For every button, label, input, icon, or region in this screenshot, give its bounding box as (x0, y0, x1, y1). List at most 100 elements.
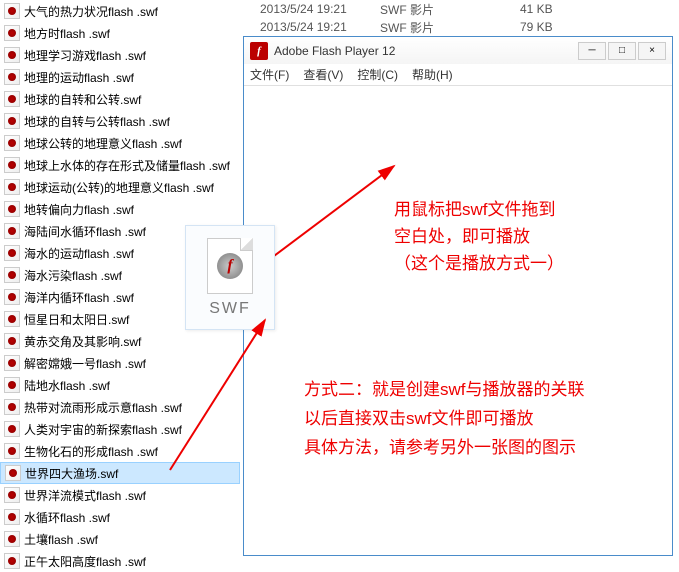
file-item[interactable]: 水循环flash .swf (0, 506, 240, 528)
file-name-label: 海洋内循环flash .swf (24, 289, 134, 306)
file-name-label: 海水的运动flash .swf (24, 245, 134, 262)
swf-file-icon (4, 245, 20, 261)
file-item[interactable]: 人类对宇宙的新探索flash .swf (0, 418, 240, 440)
window-controls: ─ □ × (578, 42, 666, 60)
file-name-label: 生物化石的形成flash .swf (24, 443, 158, 460)
file-item[interactable]: 地方时flash .swf (0, 22, 240, 44)
file-name-label: 地球的自转和公转.swf (24, 91, 141, 108)
file-item[interactable]: 解密嫦娥一号flash .swf (0, 352, 240, 374)
file-item[interactable]: 热带对流雨形成示意flash .swf (0, 396, 240, 418)
swf-file-icon (4, 157, 20, 173)
file-item[interactable]: 正午太阳高度flash .swf (0, 550, 240, 572)
swf-file-icon (4, 377, 20, 393)
file-name-label: 世界四大渔场.swf (25, 465, 118, 482)
file-name-label: 地理的运动flash .swf (24, 69, 134, 86)
file-details-panel: 2013/5/24 19:21 SWF 影片 41 KB 2013/5/24 1… (240, 0, 679, 36)
window-title: Adobe Flash Player 12 (274, 44, 395, 58)
file-name-label: 海陆间水循环flash .swf (24, 223, 146, 240)
swf-file-icon (4, 47, 20, 63)
annotation-line: 方式二：就是创建swf与播放器的关联 (304, 376, 585, 405)
file-name-label: 人类对宇宙的新探索flash .swf (24, 421, 182, 438)
file-type: SWF 影片 (380, 19, 520, 36)
swf-file-icon (4, 69, 20, 85)
menubar: 文件(F) 查看(V) 控制(C) 帮助(H) (244, 64, 672, 86)
file-name-label: 黄赤交角及其影响.swf (24, 333, 141, 350)
maximize-button[interactable]: □ (608, 42, 636, 60)
file-name-label: 陆地水flash .swf (24, 377, 110, 394)
minimize-button[interactable]: ─ (578, 42, 606, 60)
swf-file-icon (4, 25, 20, 41)
menu-file[interactable]: 文件(F) (250, 66, 289, 83)
swf-file-icon (4, 179, 20, 195)
annotation-line: 以后直接双击swf文件即可播放 (304, 405, 585, 434)
file-name-label: 地方时flash .swf (24, 25, 110, 42)
annotation-method2: 方式二：就是创建swf与播放器的关联 以后直接双击swf文件即可播放 具体方法，… (304, 376, 585, 463)
annotation-method1: 用鼠标把swf文件拖到 空白处，即可播放 （这个是播放方式一） (394, 196, 564, 278)
file-item[interactable]: 土壤flash .swf (0, 528, 240, 550)
swf-file-icon (4, 421, 20, 437)
flash-logo-icon: f (250, 42, 268, 60)
annotation-line: 具体方法，请参考另外一张图的图示 (304, 434, 585, 463)
file-item[interactable]: 地球上水体的存在形式及储量flash .swf (0, 154, 240, 176)
flash-logo-icon: f (217, 253, 243, 279)
swf-file-icon (4, 311, 20, 327)
swf-file-icon (4, 289, 20, 305)
menu-view[interactable]: 查看(V) (303, 66, 343, 83)
swf-file-shape-icon: f (207, 238, 253, 294)
swf-file-icon (4, 113, 20, 129)
file-name-label: 地球上水体的存在形式及储量flash .swf (24, 157, 230, 174)
file-name-label: 世界洋流模式flash .swf (24, 487, 146, 504)
swf-file-icon (4, 267, 20, 283)
file-date: 2013/5/24 19:21 (240, 20, 380, 34)
file-size: 41 KB (520, 2, 600, 16)
swf-file-icon (4, 355, 20, 371)
file-item[interactable]: 地球的自转与公转flash .swf (0, 110, 240, 132)
file-name-label: 地理学习游戏flash .swf (24, 47, 146, 64)
file-size: 79 KB (520, 20, 600, 34)
file-item[interactable]: 地球运动(公转)的地理意义flash .swf (0, 176, 240, 198)
file-item[interactable]: 地转偏向力flash .swf (0, 198, 240, 220)
menu-help[interactable]: 帮助(H) (412, 66, 453, 83)
titlebar[interactable]: f Adobe Flash Player 12 ─ □ × (244, 36, 672, 64)
file-name-label: 恒星日和太阳日.swf (24, 311, 129, 328)
swf-file-icon (4, 509, 20, 525)
file-item[interactable]: 陆地水flash .swf (0, 374, 240, 396)
dragged-swf-icon[interactable]: f SWF (185, 225, 275, 330)
swf-file-icon (4, 135, 20, 151)
swf-file-icon (4, 223, 20, 239)
file-item[interactable]: 地理学习游戏flash .swf (0, 44, 240, 66)
file-details-row: 2013/5/24 19:21 SWF 影片 79 KB (240, 18, 679, 36)
menu-control[interactable]: 控制(C) (357, 66, 398, 83)
file-item[interactable]: 大气的热力状况flash .swf (0, 0, 240, 22)
file-name-label: 解密嫦娥一号flash .swf (24, 355, 146, 372)
file-name-label: 地球的自转与公转flash .swf (24, 113, 170, 130)
swf-file-icon (4, 553, 20, 569)
file-item[interactable]: 地球公转的地理意义flash .swf (0, 132, 240, 154)
swf-file-icon (4, 333, 20, 349)
file-item[interactable]: 地理的运动flash .swf (0, 66, 240, 88)
swf-file-icon (5, 465, 21, 481)
file-item[interactable]: 生物化石的形成flash .swf (0, 440, 240, 462)
close-button[interactable]: × (638, 42, 666, 60)
swf-extension-label: SWF (209, 300, 251, 318)
swf-file-icon (4, 487, 20, 503)
file-name-label: 海水污染flash .swf (24, 267, 122, 284)
swf-file-icon (4, 91, 20, 107)
file-item[interactable]: 黄赤交角及其影响.swf (0, 330, 240, 352)
file-name-label: 地转偏向力flash .swf (24, 201, 134, 218)
annotation-line: （这个是播放方式一） (394, 250, 564, 277)
annotation-line: 用鼠标把swf文件拖到 (394, 196, 564, 223)
file-name-label: 土壤flash .swf (24, 531, 98, 548)
file-type: SWF 影片 (380, 1, 520, 18)
swf-file-icon (4, 531, 20, 547)
player-body[interactable]: 用鼠标把swf文件拖到 空白处，即可播放 （这个是播放方式一） 方式二：就是创建… (244, 86, 672, 555)
file-item[interactable]: 世界洋流模式flash .swf (0, 484, 240, 506)
flash-player-window: f Adobe Flash Player 12 ─ □ × 文件(F) 查看(V… (243, 36, 673, 556)
file-name-label: 地球运动(公转)的地理意义flash .swf (24, 179, 214, 196)
file-name-label: 地球公转的地理意义flash .swf (24, 135, 182, 152)
swf-file-icon (4, 201, 20, 217)
file-item[interactable]: 地球的自转和公转.swf (0, 88, 240, 110)
file-item[interactable]: 世界四大渔场.swf (0, 462, 240, 484)
swf-file-icon (4, 399, 20, 415)
file-details-row: 2013/5/24 19:21 SWF 影片 41 KB (240, 0, 679, 18)
